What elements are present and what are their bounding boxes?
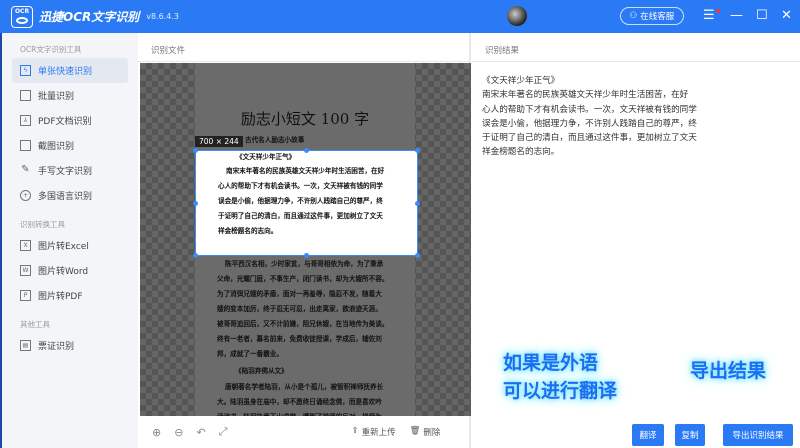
user-icon: ⚇	[629, 11, 638, 21]
result-panel-title: 识别结果	[472, 33, 800, 62]
selected-doc-line: 误会是小偷，他据理力争，不许别人践踏自己的尊严，终	[218, 197, 383, 205]
batch-icon	[20, 90, 31, 101]
sidebar-item-language[interactable]: + 多国语言识别	[12, 183, 128, 208]
pdf-icon: ⅄	[20, 115, 31, 126]
resize-handle[interactable]	[193, 201, 198, 206]
sidebar-item-ticket[interactable]: ▤ 票证识别	[12, 333, 128, 358]
logo-text: OCR	[14, 7, 30, 15]
delete-label: 删除	[423, 428, 441, 438]
fit-icon[interactable]: ⤢	[219, 425, 228, 439]
copy-button[interactable]: 复制	[675, 424, 705, 446]
reupload-label: 重新上传	[361, 428, 396, 438]
selected-doc-line: 《文天祥少年正气》	[236, 153, 296, 161]
trash-icon: 🗑	[409, 426, 421, 436]
close-icon[interactable]: ✕	[781, 8, 792, 24]
sidebar-item-handwriting[interactable]: ✎ 手写文字识别	[12, 158, 128, 183]
excel-icon: X	[20, 240, 31, 251]
crop-icon	[20, 140, 31, 151]
selection-box[interactable]: 《文天祥少年正气》南宋末年著名的民族英雄文天祥少年时生活困苦，在好心人的帮助下才…	[193, 148, 420, 258]
resize-handle[interactable]	[415, 148, 420, 153]
lightning-icon: ϟ	[20, 65, 31, 76]
result-line: 于证明了自己的清白，而且通过这件事，更加树立了文天	[482, 133, 697, 144]
result-line: 祥金榜题名的志向。	[482, 147, 560, 158]
reupload-button[interactable]: ⇪ 重新上传	[351, 426, 395, 438]
section-title: OCR文字识别工具	[20, 45, 82, 54]
ticket-icon: ▤	[20, 340, 31, 351]
app-logo: OCR	[11, 5, 33, 28]
translate-hint-line1: 如果是外语	[503, 352, 599, 374]
item-label: 截图识别	[38, 142, 75, 152]
item-label: 多国语言识别	[38, 192, 93, 202]
sidebar-item-word[interactable]: W 图片转Word	[12, 258, 128, 283]
item-label: 图片转PDF	[38, 292, 83, 302]
sidebar-item-screenshot[interactable]: 截图识别	[12, 133, 128, 158]
item-label: 票证识别	[38, 342, 75, 352]
result-text[interactable]: 《文天祥少年正气》南宋末年著名的民族英雄文天祥少年时生活困苦，在好 心人的帮助下才…	[472, 62, 800, 160]
sidebar-item-pdf[interactable]: ⅄ PDF文档识别	[12, 108, 128, 133]
sidebar: OCR文字识别工具 ϟ 单张快速识别 批量识别 ⅄ PDF文档识别 截图识别 ✎ 手写…	[0, 33, 138, 448]
app-title: 迅捷OCR文字识别	[39, 10, 140, 24]
selected-doc-line: 祥金榜题名的志向。	[218, 227, 278, 235]
item-label: 手写文字识别	[38, 167, 93, 177]
item-label: PDF文档识别	[38, 117, 92, 127]
selected-doc-line: 心人的帮助下才有机会读书。一次，文天祥被有钱的同学	[218, 182, 383, 190]
sidebar-item-single[interactable]: ϟ 单张快速识别	[12, 58, 128, 83]
title-bar: OCR 迅捷OCR文字识别 v8.6.4.3 ⚇ 在线客服 ☰ — ☐ ✕	[0, 0, 800, 33]
file-panel-title: 识别文件	[138, 33, 469, 62]
result-line: 《文天祥少年正气》	[482, 76, 560, 86]
minimize-icon[interactable]: —	[730, 8, 743, 24]
section-title: 其他工具	[20, 320, 50, 329]
resize-handle[interactable]	[193, 148, 198, 153]
translate-hint-line2: 可以进行翻译	[503, 380, 618, 402]
sidebar-item-batch[interactable]: 批量识别	[12, 83, 128, 108]
globe-icon: +	[20, 190, 31, 201]
selected-doc-line: 南宋末年著名的民族英雄文天祥少年时生活困苦，在好	[226, 167, 385, 175]
maximize-icon[interactable]: ☐	[756, 8, 768, 24]
image-viewer[interactable]: 励志小短文 100 字 古代名人励志小故事《文天祥少年正气》南宋末年著名的民族英…	[140, 63, 471, 416]
translate-button[interactable]: 翻译	[632, 424, 664, 446]
resize-handle[interactable]	[415, 253, 420, 258]
item-label: 批量识别	[38, 92, 75, 102]
resize-handle[interactable]	[304, 253, 309, 258]
zoom-in-icon[interactable]: ⊕	[152, 426, 161, 439]
export-button[interactable]: 导出识别结果	[723, 424, 793, 446]
result-line: 心人的帮助下才有机会读书。一次，文天祥被有钱的同学	[482, 104, 697, 115]
resize-handle[interactable]	[415, 201, 420, 206]
result-line: 误会是小偷，他据理力争，不许别人践踏自己的尊严，终	[482, 118, 697, 129]
item-label: 图片转Excel	[38, 242, 89, 252]
sidebar-item-topdf[interactable]: P 图片转PDF	[12, 283, 128, 308]
section-title: 识别转换工具	[20, 220, 65, 229]
service-label: 在线客服	[640, 12, 675, 22]
upload-icon: ⇪	[351, 426, 359, 436]
item-label: 图片转Word	[38, 267, 89, 277]
delete-button[interactable]: 🗑 删除	[410, 426, 441, 438]
result-line: 南宋末年著名的民族英雄文天祥少年时生活困苦，在好	[482, 90, 689, 101]
word-icon: W	[20, 265, 31, 276]
zoom-out-icon[interactable]: ⊖	[174, 426, 183, 439]
notification-dot	[716, 9, 720, 13]
app-version: v8.6.4.3	[146, 12, 179, 21]
resize-handle[interactable]	[193, 253, 198, 258]
selection-size: 700 × 244	[195, 136, 243, 147]
viewer-toolbar: ⊕ ⊖ ↶ ⤢ ⇪ 重新上传 🗑 删除	[138, 416, 471, 448]
selected-doc-line: 于证明了自己的清白，而且通过这件事，更加树立了文天	[218, 212, 383, 220]
avatar[interactable]	[507, 6, 527, 26]
rotate-icon[interactable]: ↶	[196, 426, 205, 439]
sidebar-item-excel[interactable]: X 图片转Excel	[12, 233, 128, 258]
online-service-button[interactable]: ⚇ 在线客服	[620, 7, 684, 25]
menu-icon[interactable]: ☰	[703, 8, 715, 24]
pdf-file-icon: P	[20, 290, 31, 301]
pen-icon: ✎	[21, 164, 30, 175]
resize-handle[interactable]	[304, 148, 309, 153]
item-label: 单张快速识别	[38, 67, 93, 77]
file-panel: 识别文件 励志小短文 100 字 古代名人励志小故事《文天祥少年正气》南宋末年著…	[138, 33, 471, 448]
export-hint: 导出结果	[690, 360, 767, 382]
